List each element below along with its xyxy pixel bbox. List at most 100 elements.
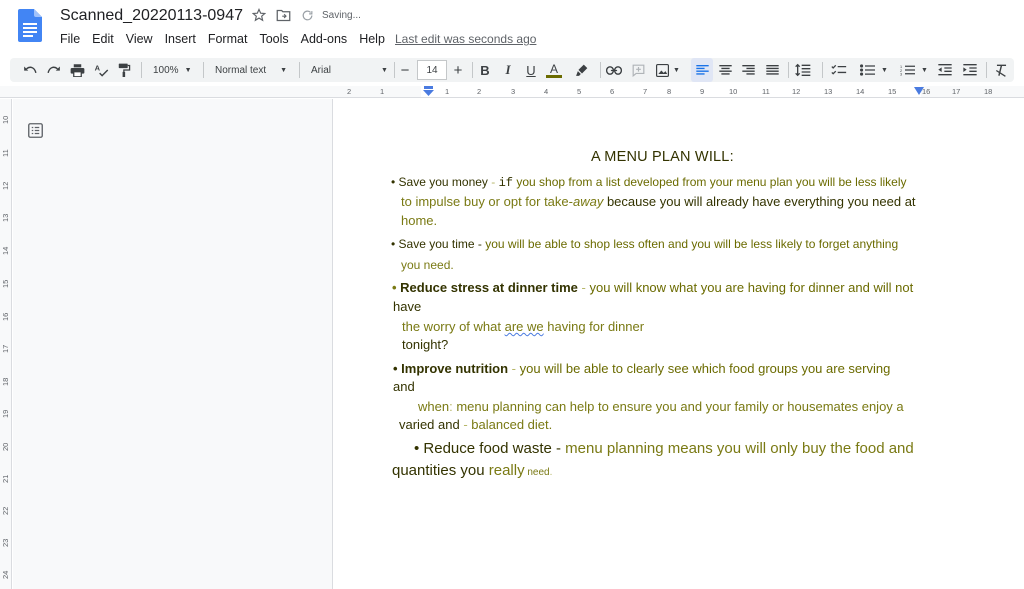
style-select[interactable]: Normal text ▼ [215,58,287,82]
text-run: you will know what you are having for di… [589,280,914,295]
text-run: - [487,175,499,189]
paint-format-button[interactable] [114,58,134,82]
decrease-indent-button[interactable] [935,58,955,82]
menu-view[interactable]: View [126,32,153,46]
ruler-tick-label: 17 [952,87,961,96]
ruler-tick-label: 1 [380,87,385,96]
menu-bar: File Edit View Insert Format Tools Add-o… [60,32,397,46]
redo-button[interactable] [44,58,64,82]
numbered-list-button[interactable]: 123 ▼ [894,58,934,82]
insert-image-button[interactable]: ▼ [652,58,684,82]
vertical-ruler[interactable]: 10 11 12 13 14 15 16 17 18 19 20 21 22 2… [0,99,12,589]
paragraph-line: • Save you time - you will be able to sh… [391,237,898,251]
justify-button[interactable] [762,58,782,82]
ruler-tick-label: 1 [445,87,450,96]
ruler-tick-label: 14 [1,246,10,255]
align-center-button[interactable] [715,58,735,82]
align-left-button[interactable] [691,58,713,82]
ruler-tick-label: 12 [1,181,10,190]
font-value: Arial [311,64,332,76]
menu-tools[interactable]: Tools [259,32,288,46]
menu-file[interactable]: File [60,32,80,46]
left-indent-marker-icon[interactable] [423,86,434,96]
menu-addons[interactable]: Add-ons [301,32,348,46]
paragraph-line: • Improve nutrition - you will be able t… [393,361,890,376]
toolbar-separator [203,62,204,78]
text-run: menu planning can help to ensure you and… [456,399,904,414]
bulleted-list-button[interactable]: ▼ [854,58,894,82]
paragraph-line: • Save you money - if you shop from a li… [391,175,907,190]
ruler-tick-label: 20 [1,442,10,451]
ruler-tick-label: 18 [1,377,10,386]
increase-font-size-button[interactable]: + [448,58,468,82]
align-left-icon [695,64,709,75]
insert-link-button[interactable] [604,58,624,82]
ruler-tick-label: 13 [1,213,10,222]
document-outline-icon[interactable] [28,123,43,138]
text-run: • [392,280,401,295]
undo-icon [24,66,37,74]
text-color-button[interactable]: A [545,58,563,82]
text-run: away [572,194,604,209]
ruler-tick-label: 4 [544,87,549,96]
toolbar-separator [472,62,473,78]
menu-edit[interactable]: Edit [92,32,114,46]
ruler-tick-label: 7 [643,87,648,96]
ruler-tick-label: 6 [610,87,615,96]
chevron-down-icon: ▼ [280,66,288,74]
italic-button[interactable]: I [499,58,517,82]
highlighter-icon [576,64,588,76]
document-title[interactable]: Scanned_20220113-0947 [60,7,243,25]
add-comment-button[interactable] [628,58,648,82]
ruler-tick-label: 16 [922,87,931,96]
horizontal-ruler[interactable]: 2 1 1 2 3 4 5 6 7 8 9 10 11 12 13 14 15 … [0,86,1024,98]
checklist-button[interactable] [828,58,850,82]
undo-button[interactable] [20,58,40,82]
zoom-value: 100% [153,64,179,76]
ruler-tick-label: 15 [888,87,897,96]
font-size-input[interactable]: 14 [417,60,447,80]
text-run: you will be able to clearly see which fo… [519,361,891,376]
menu-help[interactable]: Help [359,32,385,46]
text-run: Reduce stress at dinner time [400,280,578,295]
zoom-select[interactable]: 100% ▼ [153,58,192,82]
ruler-tick-label: 24 [1,570,10,579]
menu-format[interactable]: Format [208,32,248,46]
increase-indent-icon [963,64,977,76]
star-icon[interactable] [252,8,266,22]
font-select[interactable]: Arial ▼ [311,58,388,82]
text-run: - [459,417,472,432]
line-spacing-button[interactable] [793,58,813,82]
svg-text:3: 3 [900,73,902,76]
header: Scanned_20220113-0947 Saving... File Edi… [0,0,1024,54]
ruler-tick-label: 2 [347,87,352,96]
text-run: you will be able to shop less often and … [485,237,899,251]
move-folder-icon[interactable] [276,9,291,22]
align-right-button[interactable] [738,58,758,82]
decrease-font-size-button[interactable]: − [395,58,415,82]
google-docs-logo-icon[interactable] [18,9,42,42]
ruler-tick-label: 17 [1,344,10,353]
text-run: if [498,176,513,190]
highlight-button[interactable] [573,58,591,82]
toolbar-separator [299,62,300,78]
increase-indent-button[interactable] [960,58,980,82]
chevron-down-icon: ▼ [881,66,888,74]
toolbar-separator [822,62,823,78]
comment-icon [632,64,644,77]
paragraph-line: • Reduce stress at dinner time - you wil… [392,280,913,295]
spellcheck-button[interactable]: A [91,58,111,82]
menu-insert[interactable]: Insert [165,32,196,46]
bold-button[interactable]: B [476,58,494,82]
text-run: you shop from a list developed from your… [513,175,907,189]
chevron-down-icon: ▼ [381,66,388,74]
text-run: the worry of what [402,319,505,334]
underline-button[interactable]: U [522,58,540,82]
sync-icon [302,10,313,20]
print-button[interactable] [67,58,87,82]
spelling-underline[interactable]: are we [505,319,544,334]
clear-formatting-button[interactable] [992,58,1010,82]
text-run: • Reduce food waste - [414,440,566,457]
last-edit-link[interactable]: Last edit was seconds ago [395,32,536,46]
toolbar-separator [141,62,142,78]
